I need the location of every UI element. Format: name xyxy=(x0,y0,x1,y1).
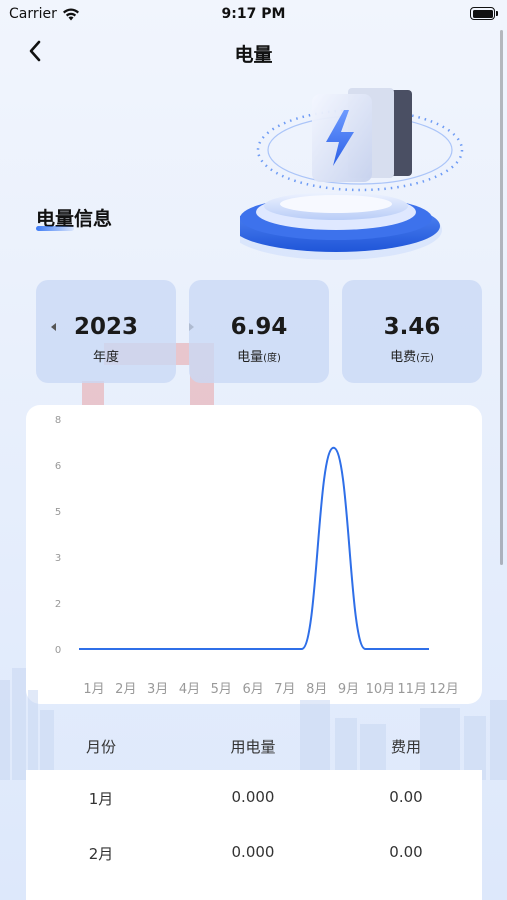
energy-illustration xyxy=(240,88,464,260)
scrollbar[interactable] xyxy=(500,30,503,565)
table-header: 月份 用电量 费用 xyxy=(26,730,482,770)
kwh-unit: (度) xyxy=(263,353,281,364)
y-tick-label: 5 xyxy=(55,507,61,518)
y-tick-label: 3 xyxy=(55,553,61,564)
nav-bar: 电量 xyxy=(0,30,507,74)
cell-month: 1月 xyxy=(88,790,114,808)
header-cost: 费用 xyxy=(390,738,421,756)
cost-value: 3.46 xyxy=(383,314,441,340)
cell-kwh: 0.000 xyxy=(231,843,275,861)
cost-label: 电费 xyxy=(390,350,417,365)
status-time: 9:17 PM xyxy=(221,6,286,22)
kwh-card: 6.94 电量(度) xyxy=(189,280,329,383)
cell-month: 2月 xyxy=(88,845,114,863)
page-title: 电量 xyxy=(234,44,273,66)
status-bar: Carrier 9:17 PM xyxy=(0,0,507,28)
header-kwh: 用电量 xyxy=(230,738,276,756)
header-month: 月份 xyxy=(85,738,116,756)
kwh-value: 6.94 xyxy=(230,314,288,340)
year-card: 2023 年度 xyxy=(36,280,194,383)
cell-kwh: 0.000 xyxy=(231,788,275,806)
monthly-table: 1月 0.000 0.00 2月 0.000 0.00 xyxy=(26,770,482,900)
cost-label-wrap: 电费(元) xyxy=(342,346,482,365)
usage-line-series xyxy=(79,446,429,650)
y-tick-label: 0 xyxy=(55,645,61,656)
battery-icon xyxy=(470,7,498,20)
cell-cost: 0.00 xyxy=(389,843,423,861)
table-row: 2月 0.000 0.00 xyxy=(26,825,482,880)
y-tick-label: 6 xyxy=(55,461,61,472)
y-tick-label: 2 xyxy=(55,599,61,610)
year-value: 2023 xyxy=(73,314,138,340)
kwh-label: 电量 xyxy=(237,350,264,365)
y-tick-label: 8 xyxy=(55,415,61,426)
cost-card: 3.46 电费(元) xyxy=(342,280,482,383)
table-row: 1月 0.000 0.00 xyxy=(26,770,482,825)
title-underline xyxy=(36,226,74,231)
cell-cost: 0.00 xyxy=(389,788,423,806)
year-label: 年度 xyxy=(92,350,119,365)
kwh-label-wrap: 电量(度) xyxy=(189,346,329,365)
cost-unit: (元) xyxy=(416,353,434,364)
